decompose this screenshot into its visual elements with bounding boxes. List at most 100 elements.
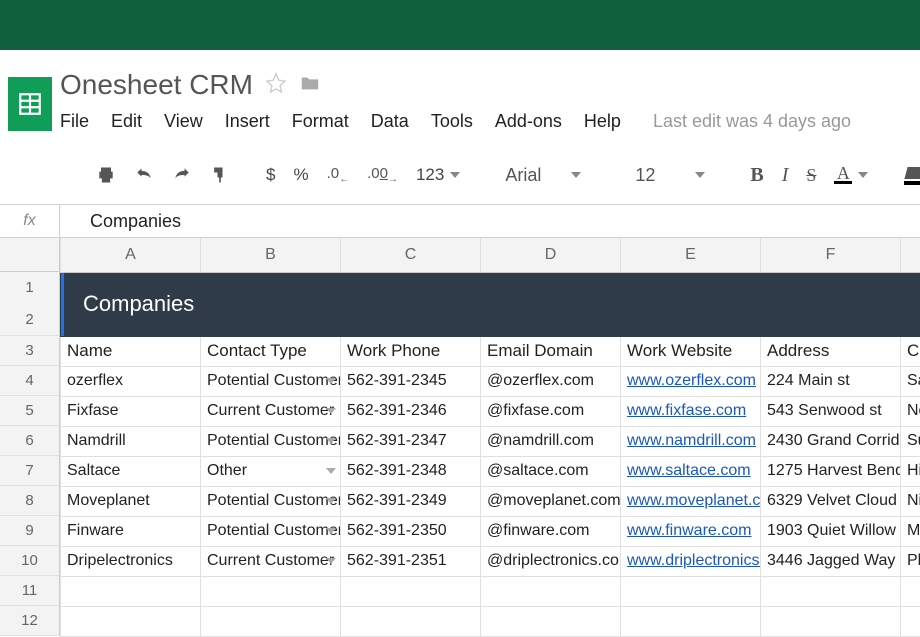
- redo-icon[interactable]: [172, 161, 192, 189]
- undo-icon[interactable]: [134, 161, 154, 189]
- cell-addr[interactable]: 543 Senwood st: [761, 396, 901, 426]
- strike-button[interactable]: S: [806, 161, 816, 189]
- row-header[interactable]: 12: [0, 272, 60, 336]
- empty-cell[interactable]: [341, 576, 481, 606]
- menu-view[interactable]: View: [164, 111, 203, 132]
- table-row[interactable]: Name Contact Type Work Phone Email Domai…: [61, 336, 920, 366]
- row-header[interactable]: 7: [0, 456, 60, 486]
- website-link[interactable]: www.namdrill.com: [627, 432, 756, 449]
- row-header[interactable]: 9: [0, 516, 60, 546]
- header-cell-city[interactable]: Cit: [901, 336, 920, 366]
- folder-icon[interactable]: [299, 72, 321, 99]
- table-row[interactable]: FixfaseCurrent Customer562-391-2346@fixf…: [61, 396, 920, 426]
- currency-button[interactable]: $: [266, 165, 275, 185]
- col-header-C[interactable]: C: [341, 238, 481, 272]
- cell-site[interactable]: www.fixfase.com: [621, 396, 761, 426]
- col-header-E[interactable]: E: [621, 238, 761, 272]
- cell-addr[interactable]: 1903 Quiet Willow: [761, 516, 901, 546]
- table-row[interactable]: MoveplanetPotential Customer562-391-2349…: [61, 486, 920, 516]
- cell-email[interactable]: @moveplanet.com: [481, 486, 621, 516]
- cell-type[interactable]: Current Customer: [201, 396, 341, 426]
- row-header[interactable]: 8: [0, 486, 60, 516]
- col-header-G[interactable]: G: [901, 238, 920, 272]
- cell-email[interactable]: @namdrill.com: [481, 426, 621, 456]
- col-header-A[interactable]: A: [61, 238, 201, 272]
- cell-type[interactable]: Potential Customer: [201, 486, 341, 516]
- cell-name[interactable]: ozerflex: [61, 366, 201, 396]
- menu-format[interactable]: Format: [292, 111, 349, 132]
- sheet-title-cell[interactable]: Companies: [61, 272, 920, 336]
- table-row[interactable]: SaltaceOther562-391-2348@saltace.comwww.…: [61, 456, 920, 486]
- menu-insert[interactable]: Insert: [225, 111, 270, 132]
- cell-type[interactable]: Potential Customer: [201, 516, 341, 546]
- cell-email[interactable]: @fixfase.com: [481, 396, 621, 426]
- chevron-down-icon[interactable]: [326, 528, 336, 534]
- row-header[interactable]: 3: [0, 336, 60, 366]
- font-family-dropdown[interactable]: Arial: [496, 160, 590, 190]
- row-header[interactable]: 5: [0, 396, 60, 426]
- chevron-down-icon[interactable]: [326, 468, 336, 474]
- cell-addr[interactable]: 1275 Harvest Bend: [761, 456, 901, 486]
- cell-phone[interactable]: 562-391-2346: [341, 396, 481, 426]
- formula-input[interactable]: Companies: [60, 205, 920, 237]
- cell-phone[interactable]: 562-391-2350: [341, 516, 481, 546]
- cell-name[interactable]: Fixfase: [61, 396, 201, 426]
- table-row[interactable]: [61, 576, 920, 606]
- chevron-down-icon[interactable]: [326, 408, 336, 414]
- table-row[interactable]: DripelectronicsCurrent Customer562-391-2…: [61, 546, 920, 576]
- header-cell-name[interactable]: Name: [61, 336, 201, 366]
- website-link[interactable]: www.moveplanet.com: [627, 492, 761, 509]
- website-link[interactable]: www.driplectronics.com: [627, 552, 761, 569]
- empty-cell[interactable]: [761, 606, 901, 636]
- cell-email[interactable]: @ozerflex.com: [481, 366, 621, 396]
- cell-email[interactable]: @driplectronics.com: [481, 546, 621, 576]
- row-header[interactable]: 11: [0, 576, 60, 606]
- header-cell-addr[interactable]: Address: [761, 336, 901, 366]
- increase-decimal-button[interactable]: .00→: [367, 161, 398, 189]
- website-link[interactable]: www.ozerflex.com: [627, 372, 756, 389]
- empty-cell[interactable]: [61, 606, 201, 636]
- cell-phone[interactable]: 562-391-2347: [341, 426, 481, 456]
- font-size-dropdown[interactable]: 12: [626, 160, 714, 190]
- cell-name[interactable]: Namdrill: [61, 426, 201, 456]
- cell-addr[interactable]: 3446 Jagged Way: [761, 546, 901, 576]
- cell-addr[interactable]: 224 Main st: [761, 366, 901, 396]
- percent-button[interactable]: %: [293, 165, 308, 185]
- header-cell-site[interactable]: Work Website: [621, 336, 761, 366]
- website-link[interactable]: www.fixfase.com: [627, 402, 746, 419]
- header-cell-type[interactable]: Contact Type: [201, 336, 341, 366]
- cell-type[interactable]: Other: [201, 456, 341, 486]
- col-header-F[interactable]: F: [761, 238, 901, 272]
- cell-site[interactable]: www.namdrill.com: [621, 426, 761, 456]
- cell-site[interactable]: www.ozerflex.com: [621, 366, 761, 396]
- italic-button[interactable]: I: [782, 161, 789, 189]
- cell-addr[interactable]: 2430 Grand Corridor: [761, 426, 901, 456]
- cell-site[interactable]: www.moveplanet.com: [621, 486, 761, 516]
- cell-site[interactable]: www.driplectronics.com: [621, 546, 761, 576]
- header-cell-email[interactable]: Email Domain: [481, 336, 621, 366]
- bold-button[interactable]: B: [750, 161, 763, 189]
- cell-phone[interactable]: 562-391-2345: [341, 366, 481, 396]
- table-row[interactable]: ozerflexPotential Customer562-391-2345@o…: [61, 366, 920, 396]
- chevron-down-icon[interactable]: [326, 378, 336, 384]
- spreadsheet-grid[interactable]: A B C D E F G Companies Name Contact Typ…: [60, 238, 920, 637]
- cell-name[interactable]: Moveplanet: [61, 486, 201, 516]
- empty-cell[interactable]: [61, 576, 201, 606]
- website-link[interactable]: www.finware.com: [627, 522, 751, 539]
- cell-city[interactable]: Sacramento: [901, 366, 920, 396]
- website-link[interactable]: www.saltace.com: [627, 462, 751, 479]
- cell-city[interactable]: Plano: [901, 546, 920, 576]
- row-header[interactable]: 6: [0, 426, 60, 456]
- empty-cell[interactable]: [761, 576, 901, 606]
- cell-phone[interactable]: 562-391-2351: [341, 546, 481, 576]
- row-header[interactable]: 10: [0, 546, 60, 576]
- menu-addons[interactable]: Add-ons: [495, 111, 562, 132]
- paint-format-icon[interactable]: [210, 161, 230, 189]
- table-row[interactable]: NamdrillPotential Customer562-391-2347@n…: [61, 426, 920, 456]
- cell-name[interactable]: Dripelectronics: [61, 546, 201, 576]
- table-row[interactable]: FinwarePotential Customer562-391-2350@fi…: [61, 516, 920, 546]
- empty-cell[interactable]: [901, 606, 920, 636]
- empty-cell[interactable]: [201, 576, 341, 606]
- cell-email[interactable]: @finware.com: [481, 516, 621, 546]
- cell-type[interactable]: Potential Customer: [201, 426, 341, 456]
